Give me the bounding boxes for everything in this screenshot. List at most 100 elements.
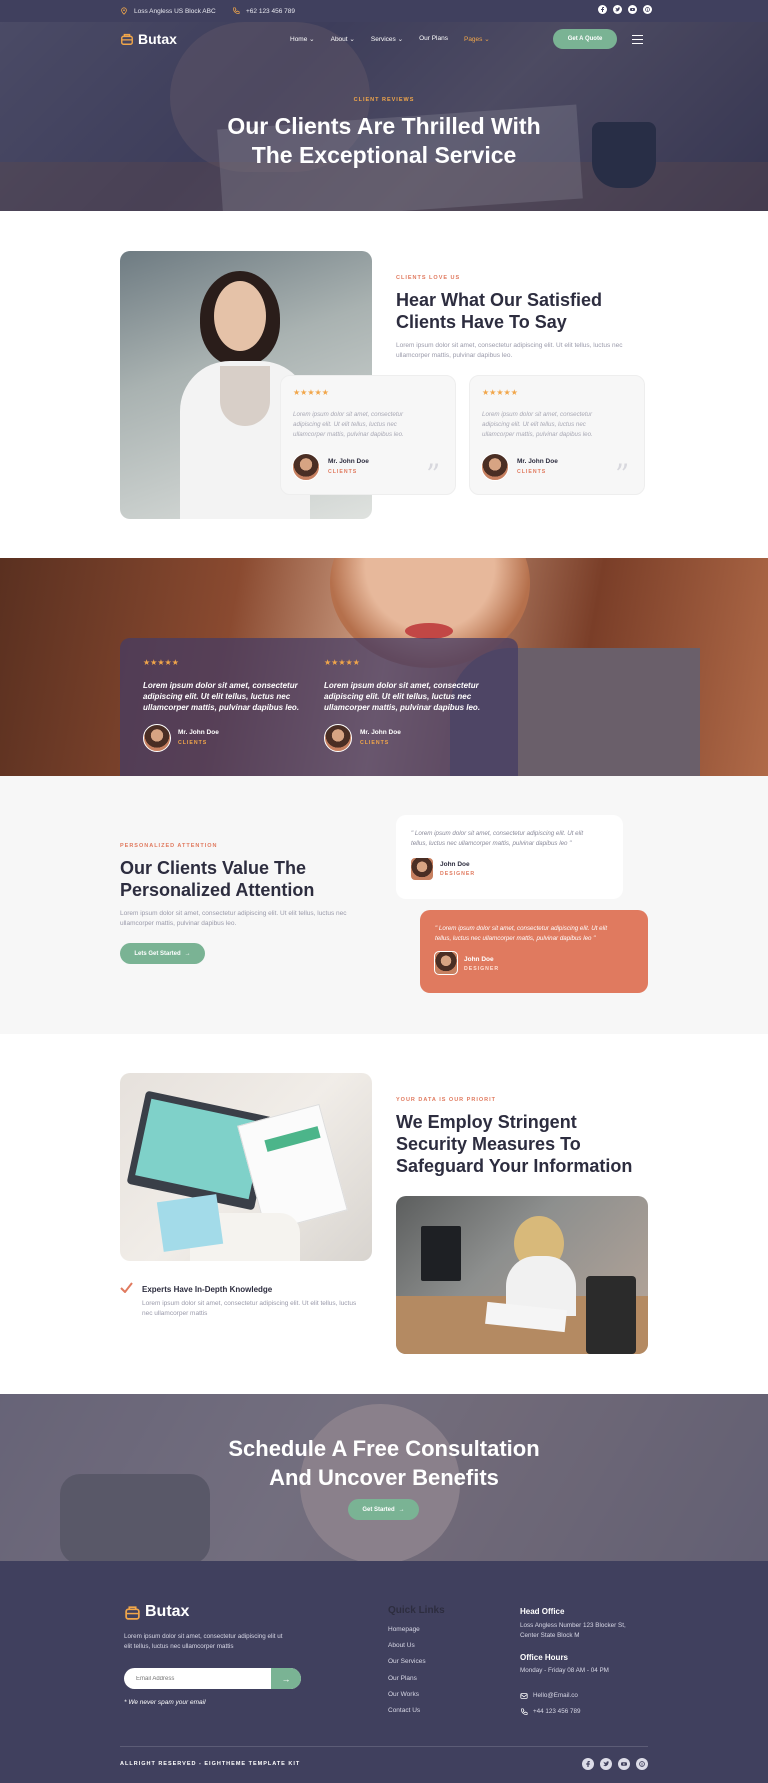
location-pin-icon <box>120 7 128 15</box>
avatar <box>143 724 171 752</box>
brand-logo[interactable]: Butax <box>120 31 177 47</box>
quote-card: " Lorem ipsum dolor sit amet, consectetu… <box>396 815 623 899</box>
satisfied-eyebrow: CLIENTS LOVE US <box>396 275 461 281</box>
quote-mark-icon: ” <box>615 458 630 491</box>
hero-eyebrow: CLIENT REVIEWS <box>353 97 415 103</box>
quote-author-name: John Doe <box>464 956 494 963</box>
quote-author-name: John Doe <box>440 861 470 868</box>
avatar <box>292 453 320 481</box>
rating-stars: ★★★★★ <box>143 658 179 667</box>
get-a-quote-button[interactable]: Get A Quote <box>553 29 617 49</box>
topbar-social-links <box>598 5 652 14</box>
rating-stars: ★★★★★ <box>324 658 360 667</box>
arrow-right-icon: → <box>184 950 191 957</box>
testimonial-card: ★★★★★ Lorem ipsum dolor sit amet, consec… <box>280 375 456 495</box>
laptop-documents-photo <box>120 1073 372 1261</box>
footer-divider <box>120 1746 648 1747</box>
footer-link-our-works[interactable]: Our Works <box>388 1691 419 1698</box>
attention-eyebrow: PERSONALIZED ATTENTION <box>120 843 218 849</box>
topbar-address: Loss Angless US Block ABC <box>120 0 216 22</box>
get-started-button[interactable]: Get Started → <box>348 1499 419 1520</box>
avatar <box>434 951 458 975</box>
office-hours-text: Monday - Friday 08 AM - 04 PM <box>520 1667 609 1674</box>
nav-item-our-plans[interactable]: Our Plans <box>419 35 448 43</box>
testimonial-quote: Lorem ipsum dolor sit amet, consectetur a… <box>143 681 300 712</box>
avatar <box>410 857 434 881</box>
testimonial-quote: Lorem ipsum dolor sit amet, consectetur a… <box>482 411 593 438</box>
testimonial-quote: Lorem ipsum dolor sit amet, consectetur a… <box>293 411 404 438</box>
testimonial-name: Mr. John Doe <box>517 458 558 465</box>
lets-get-started-button[interactable]: Lets Get Started → <box>120 943 205 964</box>
nav-item-services[interactable]: Services ⌄ <box>371 35 403 43</box>
hamburger-menu-icon[interactable] <box>632 35 643 46</box>
copyright-text: ALLRIGHT RESERVED - EIGHTHEME TEMPLATE K… <box>120 1761 301 1767</box>
footer-link-homepage[interactable]: Homepage <box>388 1626 420 1633</box>
footer <box>0 1561 768 1783</box>
footer-social-links <box>582 1758 648 1770</box>
topbar-address-text: Loss Angless US Block ABC <box>134 7 216 15</box>
footer-link-our-services[interactable]: Our Services <box>388 1658 426 1665</box>
rating-stars: ★★★★★ <box>482 388 518 397</box>
nav-item-about[interactable]: About ⌄ <box>331 35 355 43</box>
security-title: We Employ Stringent Security Measures To… <box>396 1112 633 1176</box>
quote-author-role: DESIGNER <box>440 871 476 877</box>
testimonial-card: ★★★★★ Lorem ipsum dolor sit amet, consec… <box>469 375 645 495</box>
head-office-title: Head Office <box>520 1607 565 1616</box>
quote-author-role: DESIGNER <box>464 966 500 972</box>
twitter-icon[interactable] <box>600 1758 612 1770</box>
testimonial-photo-band: ★★★★★ Lorem ipsum dolor sit amet, consec… <box>0 558 768 776</box>
logo-icon <box>120 32 134 46</box>
footer-link-about-us[interactable]: About Us <box>388 1642 415 1649</box>
footer-phone-text: +44 123 456 789 <box>533 1708 581 1715</box>
quote-text: " Lorem ipsum dolor sit amet, consectetu… <box>411 830 584 847</box>
attention-title: Our Clients Value The Personalized Atten… <box>120 858 315 900</box>
footer-about: Lorem ipsum dolor sit amet, consectetur … <box>124 1633 283 1650</box>
subscribe-button[interactable]: → <box>271 1668 301 1689</box>
youtube-icon[interactable] <box>618 1758 630 1770</box>
quick-links-title: Quick Links <box>388 1605 445 1616</box>
footer-phone[interactable]: +44 123 456 789 <box>520 1707 580 1717</box>
office-hours-title: Office Hours <box>520 1653 569 1662</box>
twitter-icon[interactable] <box>613 5 622 14</box>
spam-note: * We never spam your email <box>124 1699 206 1706</box>
logo-icon <box>124 1604 141 1621</box>
testimonial-name: Mr. John Doe <box>328 458 369 465</box>
footer-brand-logo[interactable]: Butax <box>124 1603 189 1621</box>
security-eyebrow: YOUR DATA IS OUR PRIORIT <box>396 1097 496 1103</box>
brand-name: Butax <box>138 31 177 47</box>
nav-item-home[interactable]: Home ⌄ <box>290 35 315 43</box>
testimonial-role: CLIENTS <box>178 740 208 746</box>
arrow-right-icon: → <box>398 1506 405 1513</box>
topbar-phone-text: +62 123 456 789 <box>246 7 295 15</box>
youtube-icon[interactable] <box>628 5 637 14</box>
testimonial-role: CLIENTS <box>360 740 390 746</box>
facebook-icon[interactable] <box>598 5 607 14</box>
pinterest-icon[interactable] <box>643 5 652 14</box>
footer-email[interactable]: Hello@Email.co <box>520 1691 578 1701</box>
nav-item-pages[interactable]: Pages ⌄ <box>464 35 490 43</box>
hero-title: Our Clients Are Thrilled With The Except… <box>227 113 541 168</box>
email-input[interactable] <box>124 1668 271 1689</box>
facebook-icon[interactable] <box>582 1758 594 1770</box>
pinterest-icon[interactable] <box>636 1758 648 1770</box>
woman-working-desk-photo <box>396 1196 648 1354</box>
testimonial-quote: Lorem ipsum dolor sit amet, consectetur a… <box>324 681 481 712</box>
feature-description: Lorem ipsum dolor sit amet, consectetur … <box>142 1300 357 1317</box>
footer-brand-name: Butax <box>145 1603 190 1620</box>
testimonial-role: CLIENTS <box>328 469 358 475</box>
arrow-right-icon: → <box>281 1673 291 1684</box>
personalized-attention-section <box>0 776 768 1034</box>
quote-card-highlighted: " Lorem ipsum dolor sit amet, consectetu… <box>420 910 648 993</box>
email-icon <box>520 1692 528 1700</box>
testimonial-role: CLIENTS <box>517 469 547 475</box>
top-bar: Loss Angless US Block ABC +62 123 456 78… <box>0 0 768 22</box>
footer-email-text: Hello@Email.co <box>533 1692 578 1699</box>
feature-title: Experts Have In-Depth Knowledge <box>142 1285 273 1294</box>
footer-link-our-plans[interactable]: Our Plans <box>388 1675 417 1682</box>
satisfied-title: Hear What Our Satisfied Clients Have To … <box>396 290 603 332</box>
avatar <box>324 724 352 752</box>
topbar-phone[interactable]: +62 123 456 789 <box>232 0 295 22</box>
footer-link-contact-us[interactable]: Contact Us <box>388 1707 420 1714</box>
band-testimonial-panel: ★★★★★ Lorem ipsum dolor sit amet, consec… <box>120 638 518 776</box>
band-background-detail <box>405 623 453 639</box>
